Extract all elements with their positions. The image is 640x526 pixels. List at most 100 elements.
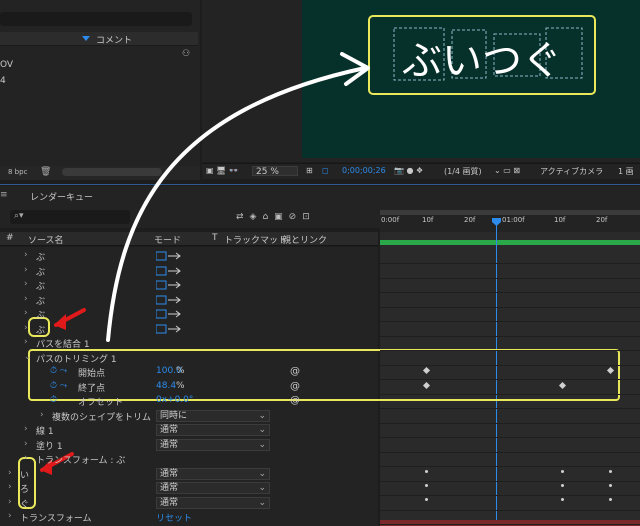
expand-chevron-icon[interactable]: ›	[8, 497, 12, 507]
layer-label[interactable]: 塗り 1	[36, 439, 63, 452]
layer-label[interactable]: ろ	[20, 482, 29, 495]
layer-row[interactable]: › ぶ	[0, 249, 378, 264]
graph-row-divider	[380, 307, 640, 308]
layer-label[interactable]: パスを結合 1	[36, 337, 90, 350]
layer-row[interactable]: › ぶ	[0, 322, 378, 337]
layer-label[interactable]: トランスフォーム	[20, 511, 92, 524]
graph-row-divider	[380, 495, 640, 496]
property-value[interactable]: 48.4	[156, 381, 176, 391]
expand-chevron-icon[interactable]: ›	[8, 468, 12, 478]
graph-row-divider	[380, 365, 640, 366]
mode-dropdown[interactable]: 通常 ⌄	[156, 482, 270, 494]
layer-row[interactable]: › ぶ	[0, 293, 378, 308]
layer-row[interactable]: › 塗り 1 通常 ⌄	[0, 438, 378, 453]
property-value[interactable]: 0x+0.0°	[156, 395, 193, 405]
graph-row-divider	[380, 278, 640, 279]
graph-row-divider	[380, 466, 640, 467]
mode-dropdown[interactable]: 通常 ⌄	[156, 497, 270, 509]
expand-chevron-icon[interactable]: ›	[24, 294, 28, 304]
expand-chevron-icon[interactable]: ›	[24, 323, 28, 333]
dropdown-value: 通常	[160, 498, 179, 508]
layer-row[interactable]: › トランスフォーム : ぶ	[0, 452, 378, 467]
blend-mode-icon[interactable]	[155, 309, 182, 319]
expand-chevron-icon[interactable]: ›	[8, 482, 12, 492]
expand-chevron-icon[interactable]: ›	[24, 337, 28, 347]
graph-row-divider	[380, 524, 640, 525]
graph-row-divider	[380, 263, 640, 264]
mode-dropdown[interactable]: 通常 ⌄	[156, 424, 270, 436]
layer-row[interactable]: › ろ 通常 ⌄	[0, 481, 378, 496]
pickwhip-icon[interactable]: @	[290, 381, 300, 392]
layer-label[interactable]: トランスフォーム : ぶ	[36, 453, 125, 466]
layer-label[interactable]: ぶ	[36, 279, 45, 292]
property-value[interactable]: リセット	[156, 511, 192, 524]
layer-label[interactable]: ぶ	[36, 323, 45, 336]
chevron-down-icon: ⌄	[258, 440, 266, 450]
blend-mode-icon[interactable]	[155, 266, 182, 276]
property-unit: %	[176, 381, 185, 391]
mode-dropdown[interactable]: 通常 ⌄	[156, 439, 270, 451]
layer-row[interactable]: › ぐ 通常 ⌄	[0, 496, 378, 511]
layer-label[interactable]: オフセット	[78, 395, 123, 408]
graph-row-divider	[380, 379, 640, 380]
layer-row[interactable]: › パスを結合 1	[0, 336, 378, 351]
layer-label[interactable]: ぶ	[36, 250, 45, 263]
layer-row[interactable]: ⏱ ⤳ 開始点 100.0% @	[0, 365, 378, 380]
blend-mode-icon[interactable]	[155, 251, 182, 261]
stopwatch-icon[interactable]: ⏱	[50, 395, 57, 405]
chevron-down-icon: ⌄	[258, 469, 266, 479]
pickwhip-icon[interactable]: @	[290, 366, 300, 377]
chevron-down-icon: ⌄	[258, 411, 266, 421]
layer-label[interactable]: ぐ	[20, 497, 29, 510]
layer-label[interactable]: い	[20, 468, 29, 481]
expand-chevron-icon[interactable]: ›	[24, 308, 28, 318]
blend-mode-icon[interactable]	[155, 295, 182, 305]
dropdown-value: 通常	[160, 440, 179, 450]
mode-dropdown[interactable]: 通常 ⌄	[156, 468, 270, 480]
chevron-down-icon: ⌄	[258, 498, 266, 508]
stopwatch-icon[interactable]: ⏱ ⤳	[50, 366, 67, 376]
expand-chevron-icon[interactable]: ›	[24, 453, 28, 463]
layer-row[interactable]: › い 通常 ⌄	[0, 467, 378, 482]
expand-chevron-icon[interactable]: ›	[24, 279, 28, 289]
graph-row-divider	[380, 481, 640, 482]
layer-row[interactable]: › 複数のシェイプをトリム 同時に ⌄	[0, 409, 378, 424]
pickwhip-icon[interactable]: @	[290, 395, 300, 406]
layer-row[interactable]: › 線 1 通常 ⌄	[0, 423, 378, 438]
layer-row[interactable]: › ぶ	[0, 307, 378, 322]
graph-row-divider	[380, 510, 640, 511]
graph-row-divider	[380, 292, 640, 293]
layer-label[interactable]: パスのトリミング 1	[36, 352, 117, 365]
expand-chevron-icon[interactable]: ›	[24, 439, 28, 449]
layer-label[interactable]: 開始点	[78, 366, 105, 379]
layer-row[interactable]: › ぶ	[0, 264, 378, 279]
layer-label[interactable]: 線 1	[36, 424, 54, 437]
expand-chevron-icon[interactable]: ›	[24, 265, 28, 275]
expand-chevron-icon[interactable]: ›	[24, 424, 28, 434]
expand-chevron-icon[interactable]: ›	[24, 250, 28, 260]
blend-mode-icon[interactable]	[155, 280, 182, 290]
layer-label[interactable]: ぶ	[36, 294, 45, 307]
layer-label[interactable]: 複数のシェイプをトリム	[52, 410, 151, 423]
layer-row[interactable]: › ぶ	[0, 278, 378, 293]
dropdown-value: 通常	[160, 469, 179, 479]
layer-label[interactable]: 終了点	[78, 381, 105, 394]
layer-row[interactable]: ⌄ パスのトリミング 1	[0, 351, 378, 366]
blend-mode-icon[interactable]	[155, 324, 182, 334]
graph-row-divider	[380, 423, 640, 424]
layer-row[interactable]: ⏱ オフセット 0x+0.0° @	[0, 394, 378, 409]
expand-chevron-icon[interactable]: ⌄	[24, 352, 32, 362]
graph-row-divider	[380, 321, 640, 322]
dropdown-value: 同時に	[160, 411, 188, 421]
expand-chevron-icon[interactable]: ›	[40, 410, 44, 420]
layer-label[interactable]: ぶ	[36, 308, 45, 321]
stopwatch-icon[interactable]: ⏱ ⤳	[50, 381, 67, 391]
dropdown-value: 通常	[160, 483, 179, 493]
mode-dropdown[interactable]: 同時に ⌄	[156, 410, 270, 422]
layer-label[interactable]: ぶ	[36, 265, 45, 278]
graph-row-divider	[380, 437, 640, 438]
layer-row[interactable]: ⏱ ⤳ 終了点 48.4% @	[0, 380, 378, 395]
expand-chevron-icon[interactable]: ›	[8, 511, 12, 521]
graph-row-divider	[380, 452, 640, 453]
layer-row[interactable]: › トランスフォーム リセット	[0, 510, 378, 525]
